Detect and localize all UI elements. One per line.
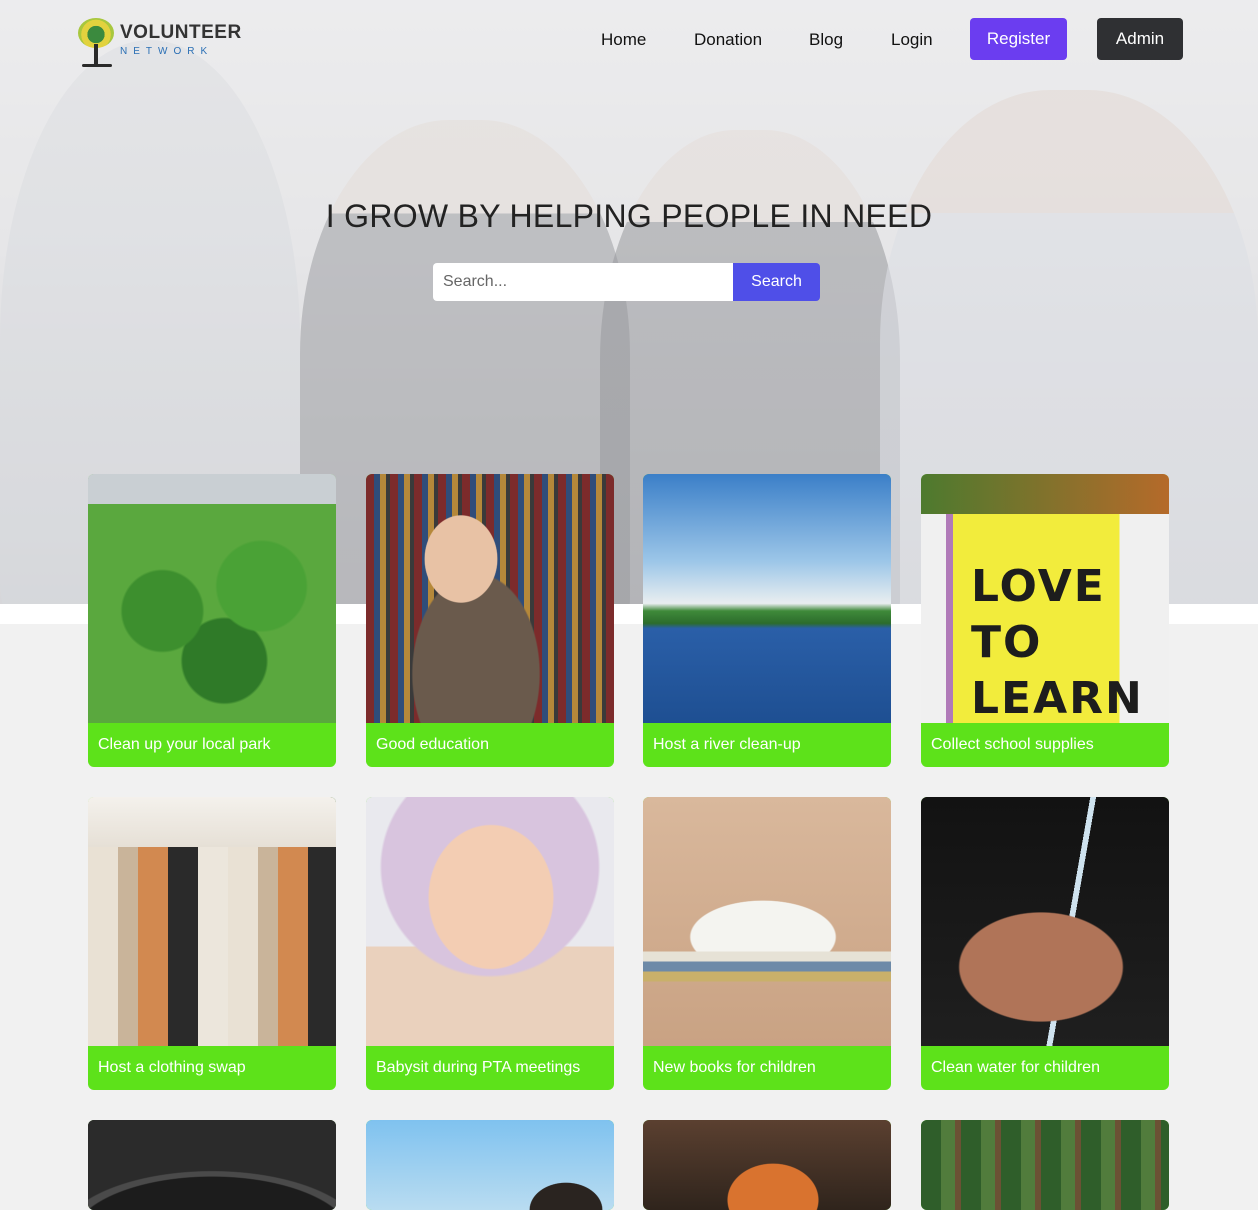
clothes-rack-image (88, 797, 336, 1046)
card-label: New books for children (653, 1059, 816, 1076)
search-input[interactable] (433, 263, 733, 301)
pencil-sign-image: LOVE TO LEARN (921, 474, 1169, 724)
card-label: Clean up your local park (98, 736, 271, 753)
nav-home[interactable]: Home (601, 30, 646, 50)
project-card[interactable] (366, 1120, 614, 1210)
search-bar: Search (433, 263, 820, 301)
project-card[interactable] (921, 1120, 1169, 1210)
project-card[interactable]: LOVE TO LEARN Collect school supplies (921, 474, 1169, 767)
project-card[interactable]: New books for children (643, 797, 891, 1090)
project-card[interactable] (643, 1120, 891, 1210)
forest-image (921, 1120, 1169, 1210)
main-nav: Home Donation Blog Login (0, 18, 1258, 60)
sign-text: LOVE TO LEARN (971, 561, 1144, 724)
books-image (643, 797, 891, 1046)
nav-login[interactable]: Login (891, 30, 933, 50)
project-card[interactable]: Host a river clean-up (643, 474, 891, 767)
register-button[interactable]: Register (970, 18, 1067, 60)
baby-image (366, 797, 614, 1046)
steering-wheel-image (88, 1120, 336, 1210)
card-label: Good education (376, 736, 489, 753)
park-image (88, 474, 336, 723)
project-card[interactable]: Host a clothing swap (88, 797, 336, 1090)
project-card[interactable] (88, 1120, 336, 1210)
card-label: Host a river clean-up (653, 736, 801, 753)
nav-donation[interactable]: Donation (694, 30, 762, 50)
project-card[interactable]: Babysit during PTA meetings (366, 797, 614, 1090)
card-label: Clean water for children (931, 1059, 1100, 1076)
search-button[interactable]: Search (733, 263, 820, 301)
fox-image (643, 1120, 891, 1210)
project-card[interactable]: Clean water for children (921, 797, 1169, 1090)
card-label: Host a clothing swap (98, 1059, 246, 1076)
admin-button[interactable]: Admin (1097, 18, 1183, 60)
sky-image (366, 1120, 614, 1210)
nav-blog[interactable]: Blog (809, 30, 843, 50)
project-card[interactable]: Good education (366, 474, 614, 767)
card-label: Collect school supplies (931, 736, 1094, 753)
hero-headline: I GROW BY HELPING PEOPLE IN NEED (325, 198, 933, 234)
project-card[interactable]: Clean up your local park (88, 474, 336, 767)
library-image (366, 474, 614, 723)
water-hands-image (921, 797, 1169, 1046)
river-image (643, 474, 891, 723)
card-label: Babysit during PTA meetings (376, 1059, 581, 1076)
